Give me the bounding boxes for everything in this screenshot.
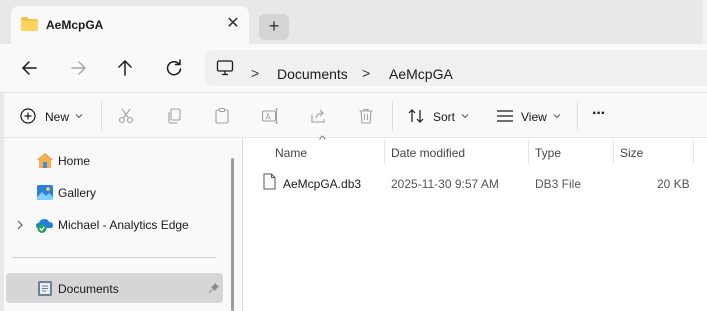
pin-icon[interactable] [208, 282, 220, 294]
column-divider[interactable] [528, 140, 529, 164]
copy-icon[interactable] [165, 107, 183, 125]
sidebar-item-documents-label: Documents [58, 282, 119, 296]
forward-arrow-icon[interactable] [64, 54, 92, 82]
onedrive-icon [36, 219, 53, 233]
chevron-down-icon [461, 114, 469, 119]
sort-ascending-indicator: ^ [318, 135, 326, 146]
chevron-down-icon [75, 114, 83, 119]
address-bar[interactable]: > Documents > AeMcpGA [205, 50, 707, 86]
up-arrow-icon[interactable] [111, 54, 139, 82]
cut-icon[interactable] [117, 107, 135, 125]
back-arrow-icon[interactable] [16, 54, 44, 82]
breadcrumb-separator-icon: > [362, 65, 371, 81]
this-pc-icon [216, 60, 234, 76]
new-tab-button[interactable]: + [259, 14, 289, 40]
delete-icon[interactable] [357, 107, 375, 125]
file-type: DB3 File [535, 177, 582, 191]
tab-strip: AeMcpGA ✕ + [0, 0, 707, 44]
address-row: > Documents > AeMcpGA [0, 44, 707, 92]
home-icon [37, 153, 53, 168]
gallery-icon [37, 185, 53, 200]
window-edge [703, 0, 707, 44]
file-size: 20 KB [657, 177, 690, 191]
paste-icon[interactable] [213, 107, 231, 125]
toolbar-divider [392, 101, 393, 131]
command-bar: New A Sort View ··· [0, 92, 707, 138]
nav-scrollbar[interactable] [231, 158, 234, 311]
tab-title: AeMcpGA [46, 18, 104, 32]
breadcrumb-aemcpga[interactable]: AeMcpGA [389, 66, 453, 82]
toolbar-divider [577, 101, 578, 131]
view-button[interactable]: View [521, 110, 547, 124]
column-divider[interactable] [693, 140, 694, 164]
column-divider[interactable] [384, 140, 385, 164]
documents-icon [38, 281, 52, 296]
sort-button[interactable]: Sort [433, 110, 455, 124]
new-button[interactable]: New [45, 110, 69, 124]
rename-icon[interactable]: A [261, 107, 279, 125]
new-plus-icon [20, 108, 36, 124]
view-icon [497, 110, 513, 122]
nav-divider [12, 257, 216, 258]
file-icon [263, 173, 276, 190]
sort-icon [408, 109, 424, 123]
chevron-right-icon[interactable] [16, 220, 24, 230]
sidebar-item-home[interactable]: Home [58, 154, 90, 168]
sidebar-item-onedrive[interactable]: Michael - Analytics Edge [58, 218, 189, 232]
file-name[interactable]: AeMcpGA.db3 [283, 177, 361, 191]
file-list-pane [243, 138, 707, 311]
column-header-name[interactable]: Name [275, 146, 307, 160]
breadcrumb-separator-icon: > [251, 65, 260, 81]
sidebar-item-gallery[interactable]: Gallery [58, 186, 96, 200]
tab-aemcpga[interactable]: AeMcpGA ✕ [11, 6, 249, 44]
column-header-type[interactable]: Type [535, 146, 561, 160]
more-options-button[interactable]: ··· [592, 105, 606, 123]
share-icon[interactable] [309, 107, 327, 125]
column-header-date-modified[interactable]: Date modified [391, 146, 465, 160]
column-header-size[interactable]: Size [620, 146, 643, 160]
column-divider[interactable] [613, 140, 614, 164]
chevron-down-icon [553, 114, 561, 119]
file-date-modified: 2025-11-30 9:57 AM [391, 177, 499, 191]
folder-icon [21, 17, 38, 31]
svg-text:A: A [266, 113, 272, 122]
refresh-icon[interactable] [160, 54, 188, 82]
close-tab-button[interactable]: ✕ [224, 15, 242, 33]
toolbar-divider [101, 101, 102, 131]
breadcrumb-documents[interactable]: Documents [277, 66, 348, 82]
